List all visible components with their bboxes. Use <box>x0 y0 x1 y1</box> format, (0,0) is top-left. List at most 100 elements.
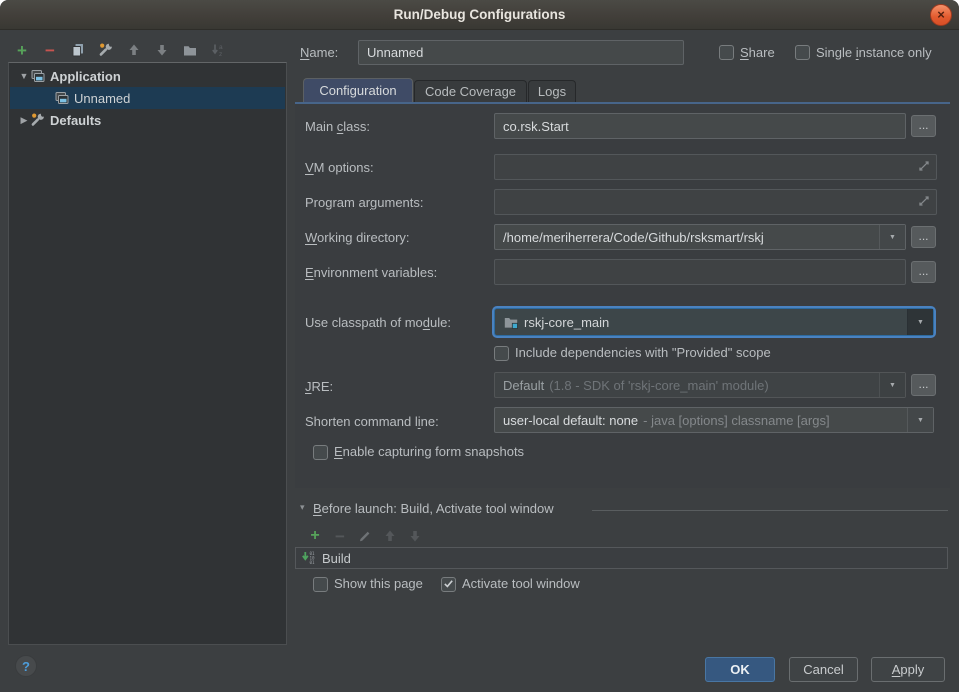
before-launch-title: Before launch: Build, Activate tool wind… <box>313 501 554 516</box>
chevron-right-icon: ▶ <box>18 115 30 126</box>
jre-browse-button[interactable]: ... <box>911 374 936 396</box>
classpath-module-label: Use classpath of module: <box>305 315 451 330</box>
before-launch-separator <box>592 510 948 511</box>
jre-label: JRE: <box>305 379 333 394</box>
module-icon <box>503 314 519 330</box>
remove-configuration-button[interactable]: − <box>38 39 62 61</box>
collapse-icon[interactable]: ▾ <box>300 502 305 513</box>
shorten-command-line-combo[interactable]: user-local default: none - java [options… <box>494 407 934 433</box>
task-list: 011001 Build <box>295 547 948 569</box>
include-provided-label: Include dependencies with "Provided" sco… <box>515 345 771 360</box>
svg-text:a: a <box>219 44 223 51</box>
wrench-icon <box>98 42 114 58</box>
chevron-down-icon: ▼ <box>917 417 924 424</box>
arrow-up-icon <box>126 42 142 58</box>
classpath-module-combo[interactable]: rskj-core_main ▼ <box>494 308 934 336</box>
working-directory-label: Working directory: <box>305 230 410 245</box>
tab-code-coverage[interactable]: Code Coverage <box>414 80 527 102</box>
main-class-label: Main class: <box>305 119 370 134</box>
close-button[interactable]: × <box>930 4 952 26</box>
config-tree-toolbar: + − az <box>10 39 230 61</box>
program-arguments-input[interactable] <box>494 189 937 215</box>
move-down-button[interactable] <box>150 39 174 61</box>
tab-logs[interactable]: Logs <box>528 80 576 102</box>
single-instance-checkbox[interactable] <box>795 45 810 60</box>
apply-button[interactable]: Apply <box>871 657 945 682</box>
close-icon: × <box>937 7 945 22</box>
new-folder-button[interactable] <box>178 39 202 61</box>
chevron-down-icon: ▼ <box>917 319 924 326</box>
edit-defaults-button[interactable] <box>94 39 118 61</box>
tab-configuration[interactable]: Configuration <box>303 78 413 102</box>
working-directory-browse-button[interactable]: ... <box>911 226 936 248</box>
expand-field-icon[interactable] <box>917 194 931 211</box>
move-task-down-button[interactable] <box>406 525 424 547</box>
combo-arrow-button[interactable]: ▼ <box>879 225 905 249</box>
pencil-icon <box>357 528 373 544</box>
add-icon: + <box>310 528 319 544</box>
jre-value: Default <box>503 378 544 393</box>
ellipsis-icon: ... <box>918 377 928 391</box>
classpath-module-value: rskj-core_main <box>524 315 609 330</box>
move-up-button[interactable] <box>122 39 146 61</box>
activate-tool-window-checkbox[interactable] <box>441 577 456 592</box>
copy-configuration-button[interactable] <box>66 39 90 61</box>
configurations-tree: ▼ Application Unnamed ▶ Defaults <box>8 62 287 645</box>
add-configuration-button[interactable]: + <box>10 39 34 61</box>
remove-icon: − <box>45 42 55 59</box>
build-icon: 011001 <box>301 550 317 566</box>
activate-tool-window-label: Activate tool window <box>462 576 580 591</box>
working-directory-combo[interactable]: /home/meriherrera/Code/Github/rsksmart/r… <box>494 224 906 250</box>
svg-text:z: z <box>219 51 222 58</box>
copy-icon <box>70 42 86 58</box>
single-instance-label: Single instance only <box>816 45 932 60</box>
capture-snapshots-checkbox[interactable] <box>313 445 328 460</box>
edit-task-button[interactable] <box>356 525 374 547</box>
working-directory-value: /home/meriherrera/Code/Github/rsksmart/r… <box>503 230 764 245</box>
combo-arrow-button[interactable]: ▼ <box>879 373 905 397</box>
name-label: Name: <box>300 45 338 60</box>
tree-item-unnamed[interactable]: Unnamed <box>10 87 285 109</box>
tree-item-label: Unnamed <box>74 91 130 106</box>
main-class-browse-button[interactable]: ... <box>911 115 936 137</box>
combo-arrow-button[interactable]: ▼ <box>907 309 933 335</box>
cancel-button[interactable]: Cancel <box>789 657 858 682</box>
window-title: Run/Debug Configurations <box>0 0 959 30</box>
show-this-page-checkbox[interactable] <box>313 577 328 592</box>
share-label: Share <box>740 45 775 60</box>
ok-button[interactable]: OK <box>705 657 775 682</box>
combo-arrow-button[interactable]: ▼ <box>907 408 933 432</box>
name-input[interactable] <box>358 40 684 65</box>
sort-configurations-button[interactable]: az <box>206 39 230 61</box>
vm-options-label: VM options: <box>305 160 374 175</box>
task-label: Build <box>322 551 351 566</box>
capture-snapshots-label: Enable capturing form snapshots <box>334 444 524 459</box>
tree-item-defaults[interactable]: ▶ Defaults <box>10 109 285 131</box>
tree-item-application[interactable]: ▼ Application <box>10 65 285 87</box>
tree-item-label: Defaults <box>50 113 101 128</box>
help-button[interactable]: ? <box>15 655 37 677</box>
remove-icon: − <box>335 528 345 545</box>
arrow-up-icon <box>382 528 398 544</box>
move-task-up-button[interactable] <box>381 525 399 547</box>
include-provided-checkbox[interactable] <box>494 346 509 361</box>
check-icon <box>443 577 454 592</box>
ellipsis-icon: ... <box>918 118 928 132</box>
main-class-input[interactable] <box>494 113 906 139</box>
environment-variables-browse-button[interactable]: ... <box>911 261 936 283</box>
environment-variables-input[interactable] <box>494 259 906 285</box>
arrow-down-icon <box>154 42 170 58</box>
task-row-build[interactable]: 011001 Build <box>301 550 351 566</box>
expand-field-icon[interactable] <box>917 159 931 176</box>
vm-options-input[interactable] <box>494 154 937 180</box>
titlebar[interactable]: Run/Debug Configurations <box>0 0 959 30</box>
ellipsis-icon: ... <box>918 229 928 243</box>
folder-icon <box>182 42 198 58</box>
remove-task-button[interactable]: − <box>331 525 349 547</box>
share-checkbox[interactable] <box>719 45 734 60</box>
show-this-page-label: Show this page <box>334 576 423 591</box>
environment-variables-label: Environment variables: <box>305 265 437 280</box>
jre-combo[interactable]: Default (1.8 - SDK of 'rskj-core_main' m… <box>494 372 906 398</box>
shorten-command-line-value: user-local default: none <box>503 413 638 428</box>
add-task-button[interactable]: + <box>306 525 324 547</box>
